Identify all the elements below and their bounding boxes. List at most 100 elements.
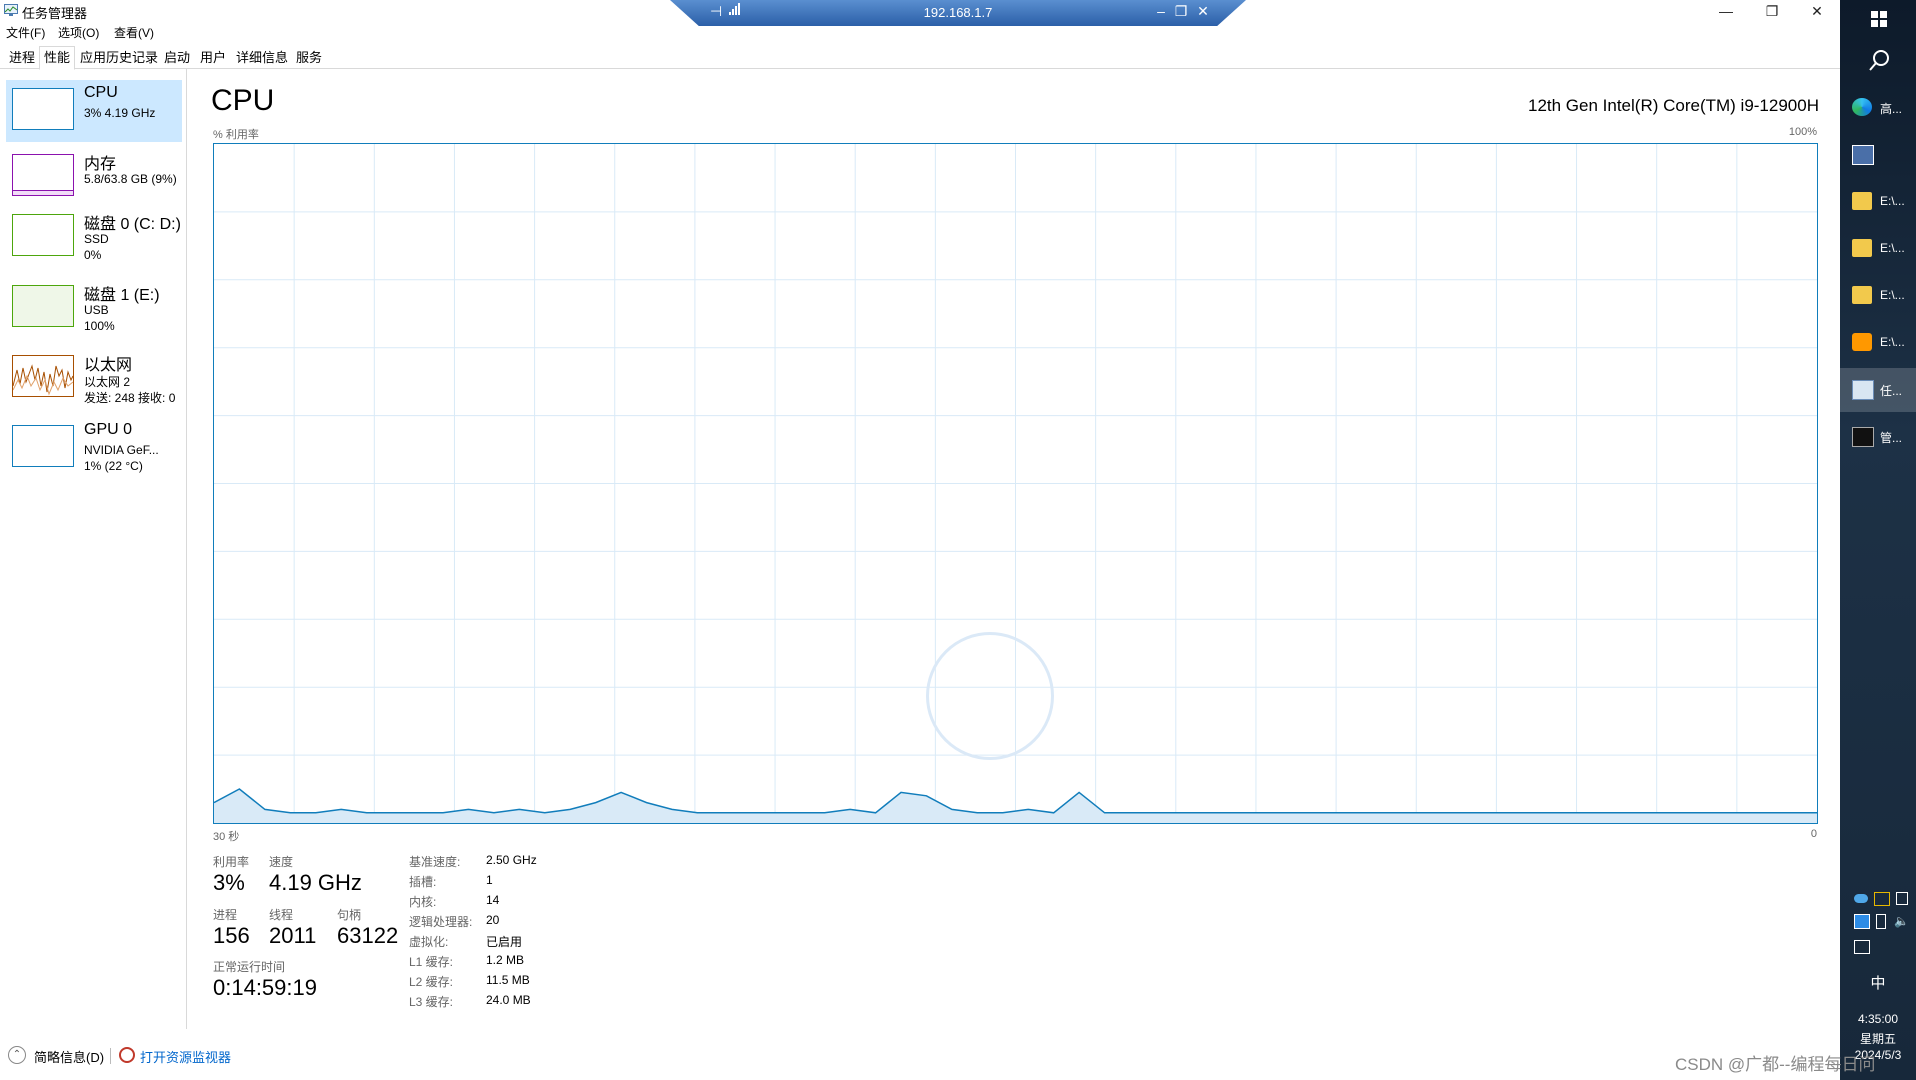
taskbar-app-label: 高... <box>1880 102 1903 116</box>
gpu-thumbnail-graph <box>12 425 74 467</box>
clock-time[interactable]: 4:35:00 <box>1840 1012 1916 1026</box>
uptime-label: 正常运行时间 <box>213 960 286 974</box>
spec-value: 20 <box>486 913 500 927</box>
taskbar-app-3[interactable]: E:\... <box>1840 227 1916 271</box>
tab-app-history[interactable]: 应用历史记录 <box>75 46 163 70</box>
taskbar-app-2[interactable]: E:\... <box>1840 180 1916 224</box>
spec-value: 11.5 MB <box>486 973 530 987</box>
x-axis-right-label: 0 <box>1810 828 1817 840</box>
spec-label: L2 缓存: <box>409 975 454 989</box>
taskbar-app-label: 任... <box>1880 384 1903 398</box>
resource-monitor-icon <box>119 1047 135 1063</box>
notification-app-icon <box>1852 145 1874 165</box>
minimize-button[interactable]: — <box>1703 0 1749 22</box>
sidebar-item-title: 以太网 <box>84 357 133 374</box>
taskbar-app-5[interactable]: E:\... <box>1840 321 1916 365</box>
sidebar-item-detail: 0% <box>84 248 102 262</box>
maximize-button[interactable]: ❐ <box>1749 0 1795 22</box>
page-title: CPU <box>211 84 275 117</box>
watermark: CSDN @广都--编程每日问 <box>1675 1055 1876 1074</box>
cpu-specs: 基准速度: 2.50 GHz 插槽: 1 内核: 14 逻辑处理器: 20 虚拟化: 已启… <box>409 853 609 1013</box>
tab-startup[interactable]: 启动 <box>159 46 195 70</box>
sidebar-item-type: USB <box>84 303 109 317</box>
tab-services[interactable]: 服务 <box>291 46 327 70</box>
window-title: 任务管理器 <box>22 6 88 21</box>
spec-value: 2.50 GHz <box>486 853 537 867</box>
sidebar-item-cpu[interactable]: CPU 3% 4.19 GHz <box>6 80 182 142</box>
y-axis-max-label: 100% <box>1788 126 1817 138</box>
taskbar-app-0[interactable]: 高... <box>1840 86 1916 130</box>
spec-row: 插槽: 1 <box>409 873 609 893</box>
sidebar-item-adapter: NVIDIA GeF... <box>84 443 159 457</box>
taskbar-app-7[interactable]: 管... <box>1840 415 1916 459</box>
sidebar-item-gpu[interactable]: GPU 0 NVIDIA GeF... 1% (22 °C) <box>6 417 182 485</box>
clock-weekday[interactable]: 星期五 <box>1840 1030 1916 1047</box>
menu-options[interactable]: 选项(O) <box>58 24 99 41</box>
onedrive-icon[interactable] <box>1854 894 1868 903</box>
rdp-restore-button[interactable]: ❐ <box>1172 3 1190 20</box>
disk1-thumbnail-graph <box>12 285 74 327</box>
sidebar-item-ethernet[interactable]: 以太网 以太网 2 发送: 248 接收: 0 <box>6 347 182 415</box>
ime-indicator[interactable]: 中 <box>1840 972 1916 993</box>
sidebar-item-memory[interactable]: 内存 5.8/63.8 GB (9%) <box>6 146 182 208</box>
task-manager-icon <box>4 4 18 16</box>
spec-label: 基准速度: <box>409 855 461 869</box>
notification-icon[interactable] <box>1896 892 1908 905</box>
sidebar-item-title: GPU 0 <box>84 421 133 438</box>
spec-label: 逻辑处理器: <box>409 915 473 929</box>
ethernet-thumbnail-graph <box>12 355 74 397</box>
taskbar-app-1[interactable] <box>1840 133 1916 177</box>
sublime-icon <box>1852 333 1872 351</box>
sidebar-item-title: 磁盘 0 (C: D:) <box>84 216 181 233</box>
disk0-thumbnail-graph <box>12 214 74 256</box>
taskbar-app-4[interactable]: E:\... <box>1840 274 1916 318</box>
taskbar-app-label: E:\... <box>1880 288 1905 302</box>
menu-view[interactable]: 查看(V) <box>114 24 154 41</box>
processes-label: 进程 <box>213 908 238 922</box>
usb-device-icon[interactable] <box>1876 914 1886 929</box>
tab-details[interactable]: 详细信息 <box>231 46 293 70</box>
spec-row: 内核: 14 <box>409 893 609 913</box>
spec-label: L1 缓存: <box>409 955 454 969</box>
taskbar-app-label: 管... <box>1880 431 1903 445</box>
tab-processes[interactable]: 进程 <box>4 46 40 70</box>
chevron-up-icon[interactable]: ⌃ <box>8 1046 26 1064</box>
search-icon[interactable] <box>1869 49 1891 71</box>
sidebar-item-detail: 发送: 248 接收: 0 <box>84 391 176 405</box>
system-tray: 🔈 <box>1852 892 1912 932</box>
spec-value: 1 <box>486 873 493 887</box>
tray-app-icon[interactable] <box>1854 914 1870 929</box>
security-icon[interactable] <box>1874 892 1890 906</box>
sidebar-item-detail: 100% <box>84 319 115 333</box>
spec-label: 虚拟化: <box>409 935 449 949</box>
spec-row: L1 缓存: 1.2 MB <box>409 953 609 973</box>
spec-row: L3 缓存: 24.0 MB <box>409 993 609 1013</box>
sidebar-item-disk-1[interactable]: 磁盘 1 (E:) USB 100% <box>6 277 182 345</box>
menu-file[interactable]: 文件(F) <box>6 24 45 41</box>
rdp-minimize-button[interactable]: – <box>1152 3 1170 19</box>
rdp-close-button[interactable]: ✕ <box>1194 3 1212 20</box>
windows-start-icon[interactable] <box>1871 11 1887 27</box>
folder-icon <box>1852 286 1872 304</box>
tab-performance[interactable]: 性能 <box>39 46 76 70</box>
folder-icon <box>1852 192 1872 210</box>
brief-info-button[interactable]: 简略信息(D) <box>34 1047 104 1066</box>
spec-row: L2 缓存: 11.5 MB <box>409 973 609 993</box>
sidebar-item-title: 内存 <box>84 156 117 173</box>
sidebar-item-adapter: 以太网 2 <box>84 375 131 389</box>
cpu-thumbnail-graph <box>12 88 74 130</box>
spec-value: 已启用 <box>486 935 523 949</box>
y-axis-label: % 利用率 <box>213 129 259 141</box>
tab-users[interactable]: 用户 <box>195 46 231 70</box>
processes-value: 156 <box>213 923 250 948</box>
speed-label: 速度 <box>269 855 294 869</box>
network-icon[interactable] <box>1854 940 1870 954</box>
volume-icon[interactable]: 🔈 <box>1894 914 1909 928</box>
sidebar-item-title: CPU <box>84 84 118 101</box>
close-button[interactable]: ✕ <box>1794 0 1840 22</box>
task-manager-icon <box>1852 380 1874 400</box>
cpu-model-name: 12th Gen Intel(R) Core(TM) i9-12900H <box>1527 96 1819 115</box>
open-resource-monitor-link[interactable]: 打开资源监视器 <box>140 1047 231 1066</box>
taskbar-app-6[interactable]: 任... <box>1840 368 1916 412</box>
sidebar-item-disk-0[interactable]: 磁盘 0 (C: D:) SSD 0% <box>6 206 182 274</box>
